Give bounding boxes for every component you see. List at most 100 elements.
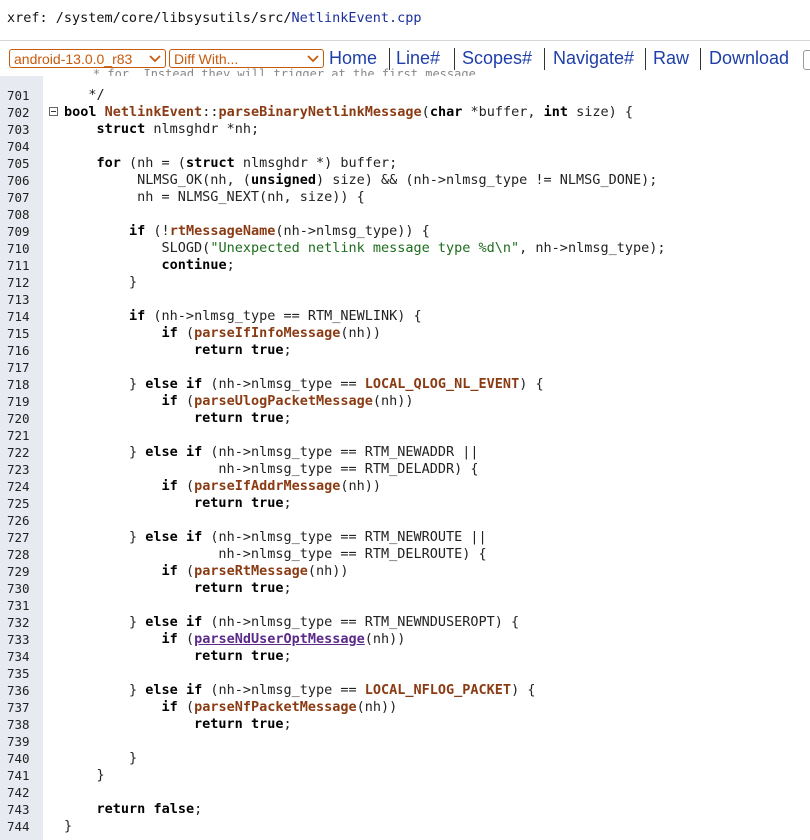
code-view: * for. Instead they will trigger at the … xyxy=(0,67,810,840)
line-number-link[interactable]: 722 xyxy=(7,444,30,461)
code-line: 726 xyxy=(0,512,810,529)
line-number-link[interactable]: 734 xyxy=(7,648,30,665)
line-number-link[interactable]: 743 xyxy=(7,801,30,818)
code-line: 708 xyxy=(0,206,810,223)
line-number-link[interactable]: 712 xyxy=(7,274,30,291)
line-number-link[interactable]: 710 xyxy=(7,240,30,257)
nav-line-link[interactable]: Line# xyxy=(396,48,440,69)
code-line: 724 if (parseIfAddrMessage(nh)) xyxy=(0,478,810,495)
line-number-link[interactable]: 727 xyxy=(7,529,30,546)
code-line: 743 return false; xyxy=(0,801,810,818)
code-line: 729 if (parseRtMessage(nh)) xyxy=(0,563,810,580)
code-text: return true; xyxy=(194,342,292,358)
code-text: if (parseNfPacketMessage(nh)) xyxy=(161,699,398,715)
nav-navigate-link[interactable]: Navigate# xyxy=(553,48,634,69)
line-number-link[interactable]: 725 xyxy=(7,495,30,512)
line-number-link[interactable]: 704 xyxy=(7,138,30,155)
chevron-down-icon xyxy=(149,55,161,63)
code-text: nh->nlmsg_type == RTM_DELADDR) { xyxy=(64,461,479,477)
line-number-link[interactable]: 723 xyxy=(7,461,30,478)
line-number-link[interactable]: 714 xyxy=(7,308,30,325)
line-number-link[interactable]: 744 xyxy=(7,818,30,835)
line-number-link[interactable]: 717 xyxy=(7,359,30,376)
line-number-link[interactable]: 731 xyxy=(7,597,30,614)
nav-separator xyxy=(700,48,701,70)
code-line: 703 struct nlmsghdr *nh; xyxy=(0,121,810,138)
line-number-link[interactable]: 728 xyxy=(7,546,30,563)
code-line: 719 if (parseUlogPacketMessage(nh)) xyxy=(0,393,810,410)
line-number-link[interactable]: 739 xyxy=(7,733,30,750)
code-text: if (nh->nlmsg_type == RTM_NEWLINK) { xyxy=(129,308,422,324)
divider xyxy=(0,40,810,41)
code-text: if (parseIfInfoMessage(nh)) xyxy=(161,325,382,341)
line-number-link[interactable]: 719 xyxy=(7,393,30,410)
line-number-link[interactable]: 705 xyxy=(7,155,30,172)
code-line: 706 NLMSG_OK(nh, (unsigned) size) && (nh… xyxy=(0,172,810,189)
line-number-link[interactable]: 716 xyxy=(7,342,30,359)
code-line: 738 return true; xyxy=(0,716,810,733)
line-number-link[interactable]: 726 xyxy=(7,512,30,529)
nav-raw-link[interactable]: Raw xyxy=(653,48,689,69)
nav-home-link[interactable]: Home xyxy=(329,48,377,69)
nav-download-link[interactable]: Download xyxy=(709,48,789,69)
line-number-link[interactable]: 715 xyxy=(7,325,30,342)
code-line: 717 xyxy=(0,359,810,376)
line-number-link[interactable]: 742 xyxy=(7,784,30,801)
line-number-link[interactable]: 707 xyxy=(7,189,30,206)
line-number-link[interactable]: 702 xyxy=(7,104,30,121)
line-number-link[interactable]: 730 xyxy=(7,580,30,597)
line-number-link[interactable]: 732 xyxy=(7,614,30,631)
code-line: 721 xyxy=(0,427,810,444)
line-number-link[interactable]: 711 xyxy=(7,257,30,274)
diff-select[interactable]: Diff With... xyxy=(169,49,324,68)
line-number-link[interactable]: 713 xyxy=(7,291,30,308)
line-number-link[interactable]: 738 xyxy=(7,716,30,733)
line-number-link[interactable]: 709 xyxy=(7,223,30,240)
code-text: nh = NLMSG_NEXT(nh, size)) { xyxy=(64,189,365,205)
code-line: 742 xyxy=(0,784,810,801)
line-number-link[interactable]: 718 xyxy=(7,376,30,393)
code-text: return true; xyxy=(194,580,292,596)
collapse-icon[interactable] xyxy=(49,107,58,116)
code-line: 712 } xyxy=(0,274,810,291)
code-text: } else if (nh->nlmsg_type == RTM_NEWNDUS… xyxy=(64,614,520,630)
clipped-comment-line: * for. Instead they will trigger at the … xyxy=(64,67,484,76)
code-text: if (!rtMessageName(nh->nlmsg_type)) { xyxy=(129,223,430,239)
nav-separator xyxy=(645,48,646,70)
code-line: 731 xyxy=(0,597,810,614)
breadcrumb-file[interactable]: NetlinkEvent.cpp xyxy=(291,10,421,26)
line-number-link[interactable]: 737 xyxy=(7,699,30,716)
line-number-link[interactable]: 706 xyxy=(7,172,30,189)
branch-select[interactable]: android-13.0.0_r83 xyxy=(9,49,166,68)
xref-breadcrumb: xref: /system/core/libsysutils/src/Netli… xyxy=(0,0,810,36)
line-number-link[interactable]: 720 xyxy=(7,410,30,427)
line-number-link[interactable]: 724 xyxy=(7,478,30,495)
line-number-link[interactable]: 736 xyxy=(7,682,30,699)
code-text: } xyxy=(64,818,73,834)
code-text: SLOGD("Unexpected netlink message type %… xyxy=(64,240,666,256)
line-number-link[interactable]: 741 xyxy=(7,767,30,784)
breadcrumb-prefix[interactable]: xref: /system/core/libsysutils/src/ xyxy=(7,10,291,26)
code-text: } else if (nh->nlmsg_type == LOCAL_NFLOG… xyxy=(64,682,536,698)
line-number-link[interactable]: 721 xyxy=(7,427,30,444)
line-number-link[interactable]: 733 xyxy=(7,631,30,648)
line-number-link[interactable]: 701 xyxy=(7,87,30,104)
code-line: 732 } else if (nh->nlmsg_type == RTM_NEW… xyxy=(0,614,810,631)
search-input[interactable] xyxy=(803,50,810,70)
code-text: } else if (nh->nlmsg_type == RTM_NEWROUT… xyxy=(64,529,487,545)
code-text: } xyxy=(64,750,138,766)
code-line: 720 return true; xyxy=(0,410,810,427)
branch-select-value: android-13.0.0_r83 xyxy=(14,51,133,67)
code-text: continue; xyxy=(161,257,235,273)
nav-scopes-link[interactable]: Scopes# xyxy=(462,48,532,69)
code-text: if (parseRtMessage(nh)) xyxy=(161,563,349,579)
line-number-link[interactable]: 729 xyxy=(7,563,30,580)
line-number-link[interactable]: 708 xyxy=(7,206,30,223)
line-number-link[interactable]: 703 xyxy=(7,121,30,138)
line-number-link[interactable]: 740 xyxy=(7,750,30,767)
code-line: 727 } else if (nh->nlmsg_type == RTM_NEW… xyxy=(0,529,810,546)
line-number-link[interactable]: 735 xyxy=(7,665,30,682)
code-line: 736 } else if (nh->nlmsg_type == LOCAL_N… xyxy=(0,682,810,699)
code-text: return true; xyxy=(194,716,292,732)
code-line: 737 if (parseNfPacketMessage(nh)) xyxy=(0,699,810,716)
